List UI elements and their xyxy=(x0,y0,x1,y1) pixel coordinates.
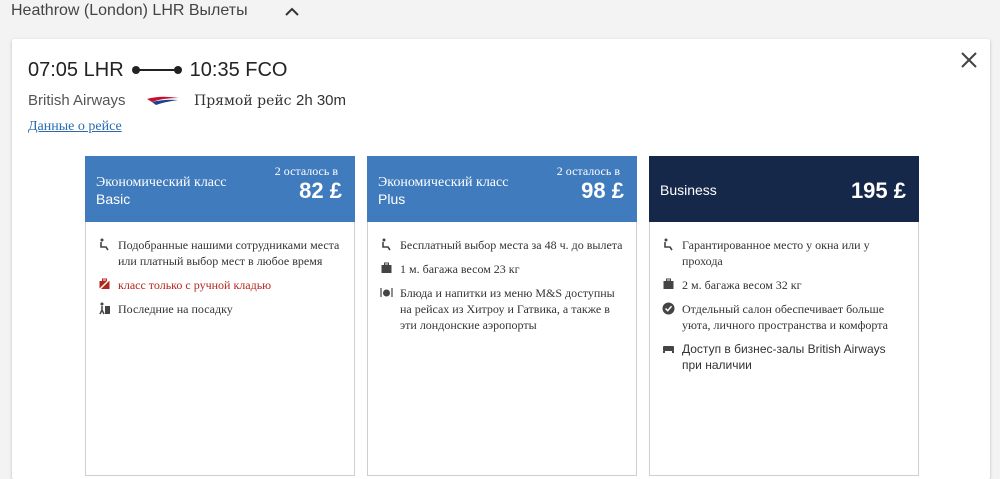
fare-price: 82 £ xyxy=(299,178,342,203)
bag-icon xyxy=(381,262,392,273)
depart-time: 07:05 xyxy=(28,58,79,81)
feature-item: 1 м. багажа весом 23 кг xyxy=(380,261,626,277)
depart-code: LHR xyxy=(83,58,124,81)
feature-item: Блюда и напитки из меню M&S доступны на … xyxy=(380,285,626,333)
check-icon xyxy=(662,302,675,315)
feature-text: Гарантированное место у окна или у прохо… xyxy=(682,238,870,268)
seat-icon xyxy=(382,238,391,251)
flight-duration-info: Прямой рейс 2h 30m xyxy=(194,92,346,109)
lounge-icon xyxy=(663,346,674,353)
seats-remaining: 2 осталось в xyxy=(556,164,620,178)
fare-class-name: Business xyxy=(660,182,717,198)
header-title: Heathrow (London) LHR Вылеты xyxy=(11,2,248,19)
fare-header[interactable]: Business 195 £ xyxy=(649,156,919,222)
feature-text: Доступ в бизнес-залы British Airways при… xyxy=(682,342,886,372)
arrive-code: FCO xyxy=(245,58,288,81)
feature-item: Бесплатный выбор места за 48 ч. до вылет… xyxy=(380,237,626,253)
feature-text: Подобранные нашими сотрудниками места ил… xyxy=(118,238,340,268)
feature-text: 1 м. багажа весом 23 кг xyxy=(400,262,520,276)
direct-label: Прямой рейс xyxy=(194,93,292,109)
close-icon[interactable] xyxy=(960,51,978,69)
fare-features: Бесплатный выбор места за 48 ч. до вылет… xyxy=(380,237,626,341)
fare-card-basic: 2 осталось в Экономический класс Basic 8… xyxy=(85,156,355,476)
fare-class-label: Экономический класс xyxy=(378,175,509,190)
feature-item: Гарантированное место у окна или у прохо… xyxy=(662,237,908,269)
feature-item: Отдельный салон обеспечивает больше уюта… xyxy=(662,301,908,333)
fare-class-sub: Business xyxy=(660,182,717,198)
fare-header[interactable]: 2 осталось в Экономический класс Basic 8… xyxy=(85,156,355,222)
fare-class-sub: Plus xyxy=(378,191,406,207)
fare-price: 98 £ xyxy=(581,178,624,203)
feature-text: 2 м. багажа весом 32 кг xyxy=(682,278,802,292)
feature-item: класс только с ручной кладью xyxy=(98,277,344,293)
fare-price: 195 £ xyxy=(850,178,906,203)
chevron-up-icon[interactable] xyxy=(282,2,302,22)
fare-features: Гарантированное место у окна или у прохо… xyxy=(662,237,908,381)
feature-text: класс только с ручной кладью xyxy=(118,278,272,292)
feature-text: Последние на посадку xyxy=(118,302,233,316)
boarding-icon xyxy=(99,302,110,315)
feature-text: Отдельный салон обеспечивает больше уюта… xyxy=(682,302,888,332)
feature-item: 2 м. багажа весом 32 кг xyxy=(662,277,908,293)
meal-icon xyxy=(380,288,393,297)
seat-icon xyxy=(664,238,673,251)
feature-item: Подобранные нашими сотрудниками места ил… xyxy=(98,237,344,269)
duration: 2h 30m xyxy=(295,92,347,109)
airline-name: British Airways xyxy=(28,92,126,109)
route-summary: 07:05 LHR 10:35 FCO xyxy=(28,58,287,82)
fare-card-business: Business 195 £ Гарантированное место у о… xyxy=(649,156,919,476)
fare-features: Подобранные нашими сотрудниками места ил… xyxy=(98,237,344,325)
no-bag-icon xyxy=(98,278,111,291)
results-header: Heathrow (London) LHR Вылеты xyxy=(0,0,1000,30)
bag-icon xyxy=(663,278,674,289)
route-line xyxy=(131,66,182,74)
arrive-time: 10:35 xyxy=(189,58,240,81)
seat-icon xyxy=(100,238,109,251)
fare-header[interactable]: 2 осталось в Экономический класс Plus 98… xyxy=(367,156,637,222)
feature-item: Последние на посадку xyxy=(98,301,344,317)
flight-detail-panel: 07:05 LHR 10:35 FCO British Airways Прям… xyxy=(12,39,990,479)
fare-class-sub: Basic xyxy=(96,191,131,207)
fare-class-label: Экономический класс xyxy=(96,175,227,190)
feature-item: Доступ в бизнес-залы British Airways при… xyxy=(662,341,908,373)
flight-details-link[interactable]: Данные о рейсе xyxy=(28,119,122,135)
feature-text: Бесплатный выбор места за 48 ч. до вылет… xyxy=(400,238,623,252)
fare-card-plus: 2 осталось в Экономический класс Plus 98… xyxy=(367,156,637,476)
seats-remaining: 2 осталось в xyxy=(274,164,338,178)
fare-class-name: Экономический класс Plus xyxy=(378,175,508,207)
fare-class-name: Экономический класс Basic xyxy=(96,175,226,207)
feature-text: Блюда и напитки из меню M&S доступны на … xyxy=(400,286,615,332)
airline-logo-icon xyxy=(147,96,179,105)
